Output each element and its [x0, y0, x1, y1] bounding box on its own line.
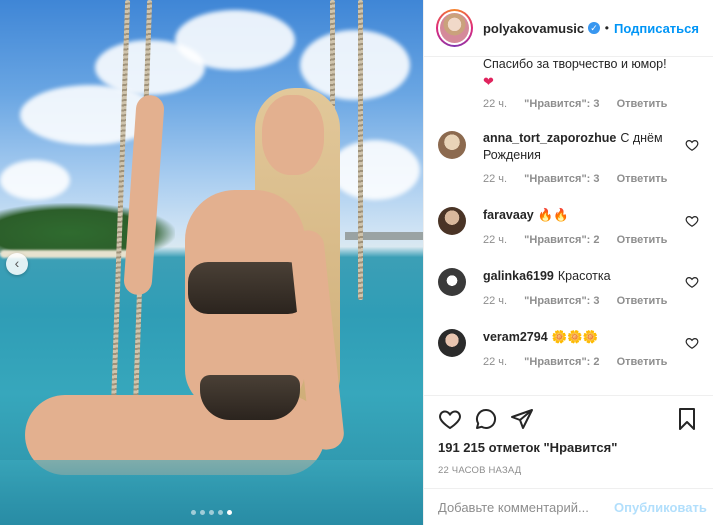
comment-text: galinka6199 Красотка — [483, 268, 669, 285]
comment-text: Спасибо за творчество и юмор! ❤ — [483, 58, 669, 91]
face — [262, 95, 324, 175]
comment-likes[interactable]: "Нравится": 3 — [524, 98, 599, 110]
avatar[interactable] — [436, 9, 473, 47]
comment-meta: 22 ч. "Нравится": 3 Ответить — [483, 295, 681, 307]
comment-time[interactable]: 22 ч. — [483, 295, 507, 307]
comment-body: 🔥🔥 — [537, 208, 569, 222]
like-heart-icon[interactable] — [438, 407, 462, 431]
heart-emoji: ❤ — [483, 74, 494, 89]
post-header: polyakovamusic ✓ • Подписаться — [424, 0, 713, 57]
author-username[interactable]: polyakovamusic — [483, 21, 584, 36]
comment-reply-button[interactable]: Ответить — [617, 295, 668, 307]
comment-likes[interactable]: "Нравится": 2 — [524, 356, 599, 368]
comment-body: Спасибо за творчество и юмор! — [483, 58, 667, 71]
commenter-avatar[interactable] — [438, 268, 466, 296]
cloud — [330, 140, 420, 200]
carousel-dot — [218, 510, 223, 515]
follow-button[interactable]: Подписаться — [614, 21, 699, 36]
comment-input[interactable] — [438, 499, 614, 515]
swing-rope — [358, 0, 363, 300]
commenter-avatar[interactable] — [438, 329, 466, 357]
carousel-dot — [191, 510, 196, 515]
carousel-indicator — [0, 510, 423, 515]
comment-time[interactable]: 22 ч. — [483, 356, 507, 368]
water — [0, 460, 423, 525]
like-comment-heart-icon[interactable] — [685, 336, 699, 350]
action-icons — [438, 396, 699, 442]
comment-meta: 22 ч. "Нравится": 2 Ответить — [483, 356, 681, 368]
avatar-image — [438, 11, 471, 45]
post-actions: 191 215 отметок "Нравится" 22 ЧАСОВ НАЗА… — [424, 395, 713, 476]
comments-list[interactable]: Спасибо за творчество и юмор! ❤ 22 ч. "Н… — [424, 58, 713, 394]
commenter-avatar[interactable] — [438, 207, 466, 235]
comment-time[interactable]: 22 ч. — [483, 173, 507, 185]
separator: • — [604, 21, 609, 35]
comment-reply-button[interactable]: Ответить — [617, 234, 668, 246]
bookmark-icon[interactable] — [675, 407, 699, 431]
comment-time[interactable]: 22 ч. — [483, 98, 507, 110]
publish-button[interactable]: Опубликовать — [614, 500, 707, 515]
commenter-username[interactable]: anna_tort_zaporozhue — [483, 131, 616, 145]
carousel-dot — [200, 510, 205, 515]
verified-badge-icon: ✓ — [588, 22, 600, 34]
comment-reply-button[interactable]: Ответить — [617, 173, 668, 185]
comment-likes[interactable]: "Нравится": 2 — [524, 234, 599, 246]
jetty — [345, 232, 423, 240]
carousel-prev-button[interactable]: ‹ — [6, 253, 28, 275]
post-side-panel: polyakovamusic ✓ • Подписаться Спасибо з… — [423, 0, 713, 525]
comment-likes[interactable]: "Нравится": 3 — [524, 173, 599, 185]
comment-text: faravaay 🔥🔥 — [483, 207, 669, 224]
comment-text: veram2794 🌼🌼🌼 — [483, 329, 669, 346]
carousel-dot-active — [227, 510, 232, 515]
comment-text: anna_tort_zaporozhue С днём Рождения — [483, 130, 669, 164]
like-comment-heart-icon[interactable] — [685, 138, 699, 152]
cloud — [0, 160, 70, 200]
share-send-icon[interactable] — [510, 407, 534, 431]
comment-body: Красотка — [557, 269, 611, 283]
swimsuit-bottom — [200, 375, 300, 420]
post-timestamp[interactable]: 22 ЧАСОВ НАЗАД — [438, 465, 699, 476]
comment-reply-button[interactable]: Ответить — [617, 356, 668, 368]
post-photo[interactable]: ‹ — [0, 0, 423, 525]
commenter-username[interactable]: veram2794 — [483, 330, 548, 344]
comment-meta: 22 ч. "Нравится": 2 Ответить — [483, 234, 681, 246]
like-comment-heart-icon[interactable] — [685, 214, 699, 228]
commenter-avatar[interactable] — [438, 131, 466, 159]
comment-likes[interactable]: "Нравится": 3 — [524, 295, 599, 307]
comment-body: 🌼🌼🌼 — [551, 330, 599, 344]
likes-count[interactable]: 191 215 отметок "Нравится" — [438, 440, 699, 455]
commenter-username[interactable]: galinka6199 — [483, 269, 554, 283]
comment-time[interactable]: 22 ч. — [483, 234, 507, 246]
comment-bubble-icon[interactable] — [474, 407, 498, 431]
swimsuit-top — [188, 262, 308, 314]
cloud — [300, 30, 410, 100]
carousel-dot — [209, 510, 214, 515]
add-comment-bar: Опубликовать — [424, 488, 713, 525]
commenter-username[interactable]: faravaay — [483, 208, 534, 222]
comment-reply-button[interactable]: Ответить — [617, 98, 668, 110]
cloud — [175, 10, 295, 70]
comment-meta: 22 ч. "Нравится": 3 Ответить — [483, 98, 681, 110]
comment-meta: 22 ч. "Нравится": 3 Ответить — [483, 173, 681, 185]
like-comment-heart-icon[interactable] — [685, 275, 699, 289]
